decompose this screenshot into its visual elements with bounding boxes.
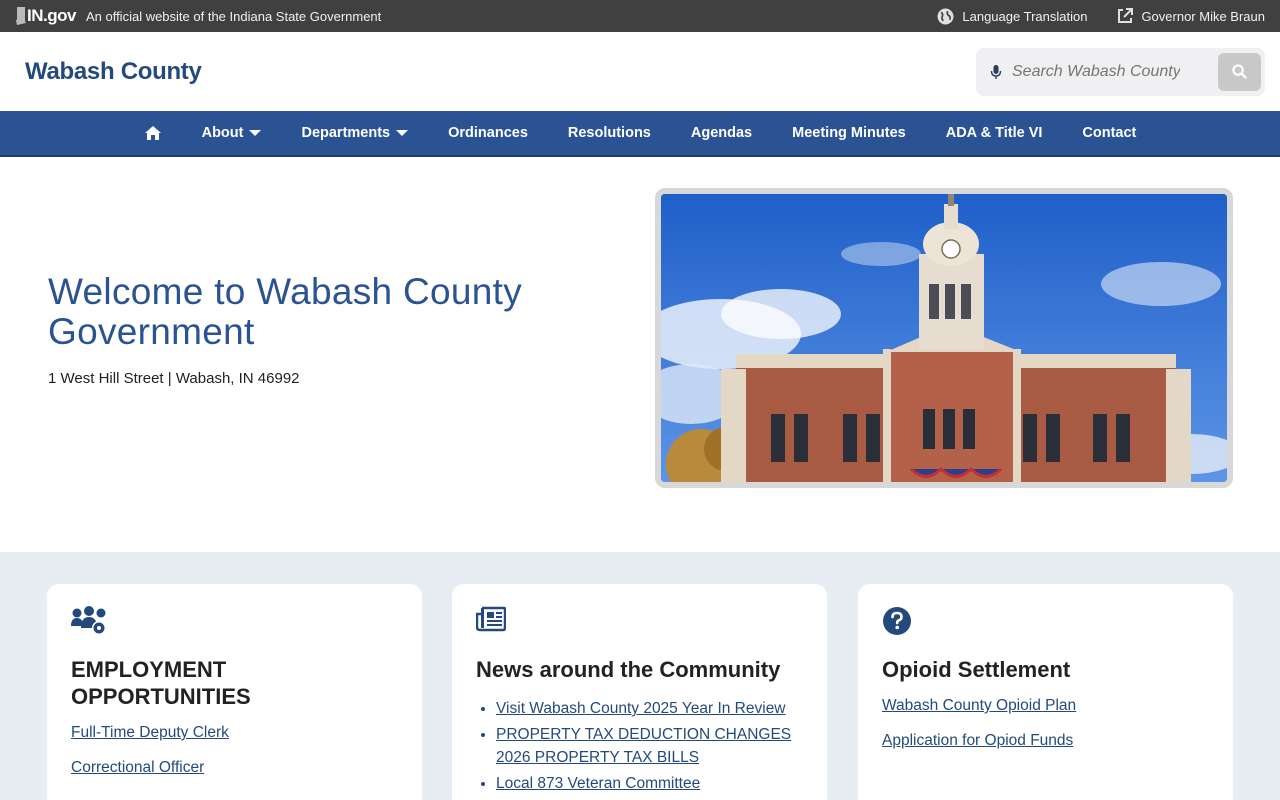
search-button[interactable] <box>1218 52 1261 91</box>
site-title[interactable]: Wabash County <box>25 58 202 86</box>
list-item: Local 873 Veteran Committee <box>496 772 803 795</box>
caret-down-icon <box>396 130 409 136</box>
main-nav: About Departments Ordinances Resolutions… <box>0 111 1280 157</box>
opioid-title: Opioid Settlement <box>882 657 1071 682</box>
nav-home[interactable] <box>124 111 182 155</box>
list-item: Visit Wabash County 2025 Year In Review <box>496 697 803 720</box>
nav-ada-title-vi-label: ADA & Title VI <box>945 125 1043 141</box>
language-translation-label: Language Translation <box>962 8 1088 24</box>
nav-ada-title-vi[interactable]: ADA & Title VI <box>926 111 1063 155</box>
ingov-logo-text: IN.gov <box>27 6 76 25</box>
microphone-icon[interactable] <box>990 64 1002 80</box>
cards-section: EMPLOYMENT OPPORTUNITIES Full-Time Deput… <box>0 552 1280 800</box>
nav-meeting-minutes-label: Meeting Minutes <box>792 125 906 141</box>
indiana-state-icon <box>16 7 26 25</box>
people-gear-icon <box>71 606 398 638</box>
nav-meeting-minutes[interactable]: Meeting Minutes <box>772 111 926 155</box>
nav-resolutions[interactable]: Resolutions <box>548 111 671 155</box>
hero-address: 1 West Hill Street | Wabash, IN 46992 <box>48 370 300 387</box>
list-item: PROPERTY TAX DEDUCTION CHANGES 2026 PROP… <box>496 723 803 769</box>
nav-contact[interactable]: Contact <box>1062 111 1156 155</box>
question-circle-icon <box>882 606 1209 638</box>
veteran-committee-link[interactable]: Local 873 Veteran Committee <box>496 775 700 792</box>
news-title: News around the Community <box>476 657 781 682</box>
courthouse-illustration <box>661 194 1227 482</box>
news-card: News around the Community Visit Wabash C… <box>452 584 827 800</box>
employment-card: EMPLOYMENT OPPORTUNITIES Full-Time Deput… <box>47 584 422 800</box>
nav-about-label: About <box>201 125 244 141</box>
nav-contact-label: Contact <box>1082 125 1137 141</box>
opioid-card: Opioid Settlement Wabash County Opioid P… <box>858 584 1233 800</box>
nav-about[interactable]: About <box>182 111 282 155</box>
nav-ordinances-label: Ordinances <box>448 125 528 141</box>
nav-resolutions-label: Resolutions <box>567 125 651 141</box>
home-icon <box>144 126 161 140</box>
globe-icon <box>937 8 954 24</box>
newspaper-icon <box>475 606 803 638</box>
nav-agendas-label: Agendas <box>690 125 753 141</box>
state-topbar: IN.gov An official website of the Indian… <box>0 0 1280 32</box>
full-time-deputy-clerk-link[interactable]: Full-Time Deputy Clerk <box>71 724 398 742</box>
search-input[interactable] <box>1012 62 1180 81</box>
employment-title: EMPLOYMENT OPPORTUNITIES <box>71 657 251 709</box>
caret-down-icon <box>249 130 262 136</box>
correctional-officer-link[interactable]: Correctional Officer <box>71 759 398 777</box>
property-tax-link[interactable]: PROPERTY TAX DEDUCTION CHANGES 2026 PROP… <box>496 726 791 766</box>
site-header: Wabash County <box>0 32 1280 111</box>
nav-ordinances[interactable]: Ordinances <box>428 111 548 155</box>
search-box <box>976 47 1265 96</box>
nav-departments[interactable]: Departments <box>281 111 428 155</box>
year-in-review-link[interactable]: Visit Wabash County 2025 Year In Review <box>496 700 786 717</box>
hero-title: Welcome to Wabash County Government <box>48 271 523 352</box>
governor-link[interactable]: Governor Mike Braun <box>1117 8 1265 24</box>
hero-text: Welcome to Wabash County Government 1 We… <box>48 271 608 388</box>
hero-section: Welcome to Wabash County Government 1 We… <box>0 157 1280 552</box>
news-list: Visit Wabash County 2025 Year In Review … <box>476 697 803 795</box>
official-site-text: An official website of the Indiana State… <box>85 8 382 24</box>
external-link-icon <box>1118 8 1134 23</box>
opioid-plan-link[interactable]: Wabash County Opioid Plan <box>882 697 1209 715</box>
nav-departments-label: Departments <box>301 125 391 141</box>
opioid-funds-application-link[interactable]: Application for Opiod Funds <box>882 732 1209 750</box>
governor-label: Governor Mike Braun <box>1141 8 1265 24</box>
ingov-logo[interactable]: IN.gov <box>15 6 76 26</box>
nav-agendas[interactable]: Agendas <box>671 111 772 155</box>
search-icon <box>1232 64 1247 79</box>
language-translation-link[interactable]: Language Translation <box>937 8 1087 25</box>
courthouse-photo <box>655 188 1233 488</box>
